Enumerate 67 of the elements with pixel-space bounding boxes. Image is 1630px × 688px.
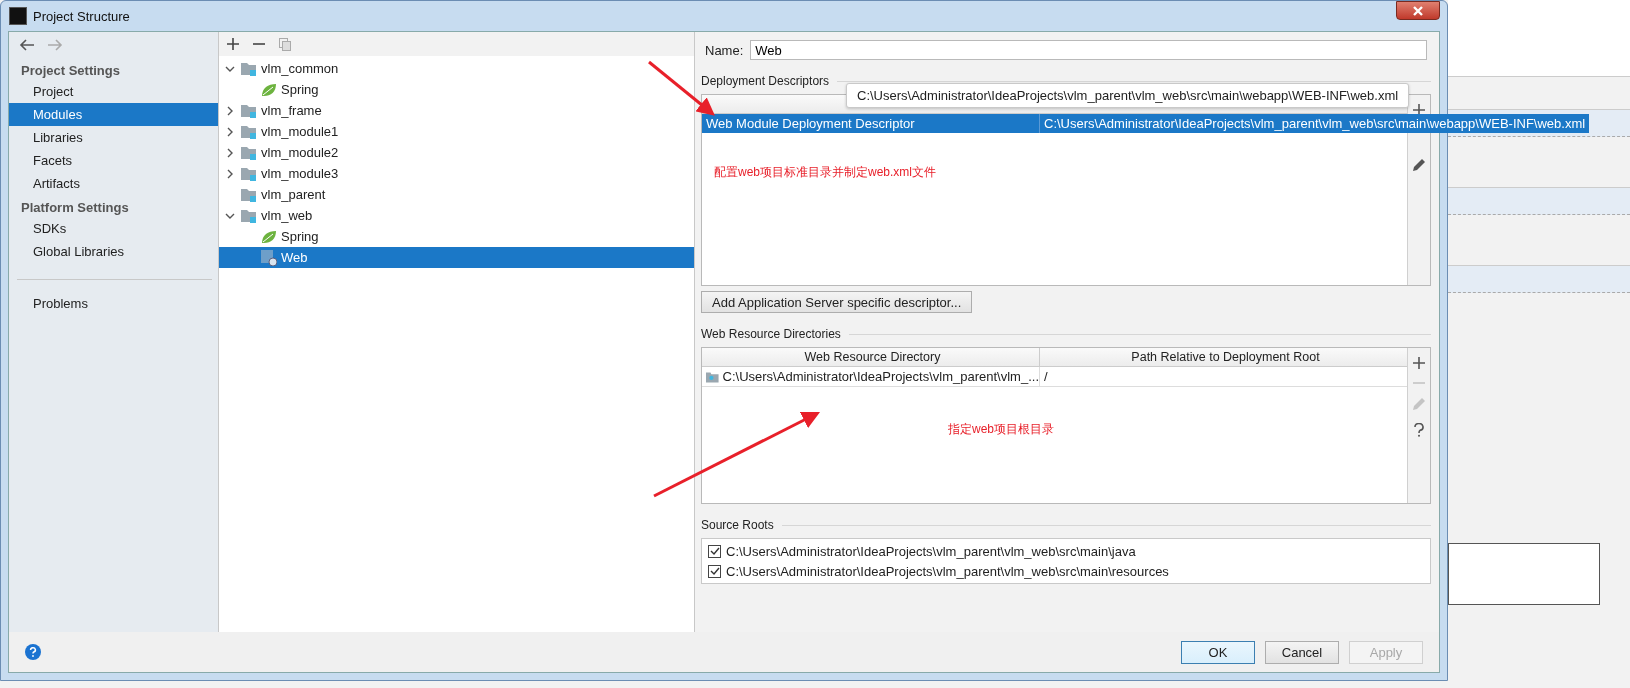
back-arrow-icon[interactable] (19, 39, 35, 51)
web-module-icon (261, 249, 277, 266)
tree-item[interactable]: vlm_module3 (219, 163, 694, 184)
section-title: Source Roots (701, 518, 774, 532)
column-header[interactable]: Path Relative to Deployment Root (1040, 348, 1407, 366)
source-root-path: C:\Users\Administrator\IdeaProjects\vlm_parent\vlm_web\src\main\java (726, 543, 1136, 559)
module-folder-icon (241, 103, 257, 118)
add-descriptor-button[interactable]: Add Application Server specific descriptor... (701, 291, 973, 313)
section-title: Deployment Descriptors (701, 74, 830, 88)
sidebar-item[interactable]: SDKs (9, 217, 218, 240)
app-icon (9, 7, 27, 25)
chevron-right-icon[interactable] (227, 105, 233, 116)
module-folder-icon (241, 166, 257, 181)
leaf-icon (261, 82, 277, 97)
chevron-down-icon[interactable] (225, 212, 235, 219)
sidebar-heading: Project Settings (20, 62, 121, 80)
sidebar-item[interactable]: Global Libraries (9, 240, 218, 263)
tree-item[interactable]: Spring (219, 79, 694, 100)
sidebar-item[interactable]: Facets (9, 149, 218, 172)
chevron-down-icon[interactable] (225, 65, 235, 72)
tree-item[interactable]: vlm_module1 (219, 121, 694, 142)
section-title: Web Resource Directories (701, 327, 841, 341)
pencil-icon[interactable] (1412, 158, 1426, 172)
module-folder-icon (241, 187, 257, 202)
chevron-right-icon[interactable] (227, 126, 233, 137)
tree-item[interactable]: vlm_frame (219, 100, 694, 121)
close-icon (1412, 5, 1424, 16)
module-folder-icon (241, 208, 257, 223)
tree-item[interactable]: Web (219, 247, 694, 268)
add-icon[interactable] (227, 38, 239, 50)
help-icon[interactable] (1414, 423, 1424, 437)
add-icon[interactable] (1413, 357, 1425, 369)
sidebar-heading: Platform Settings (20, 199, 130, 217)
annotation-text: 配置web项目标准目录并制定web.xml文件 (714, 164, 938, 181)
close-button[interactable] (1396, 1, 1440, 20)
chevron-right-icon[interactable] (227, 147, 233, 158)
module-folder-icon (241, 61, 257, 76)
checkbox[interactable] (708, 544, 721, 558)
chevron-right-icon[interactable] (227, 168, 233, 179)
help-icon[interactable] (25, 644, 41, 660)
tooltip: C:\Users\Administrator\IdeaProjects\vlm_parent\vlm_web\src\main\webapp\WEB-INF\web.xml (846, 83, 1410, 108)
sidebar-item[interactable]: Project (9, 80, 218, 103)
table-row[interactable]: C:\Users\Administrator\IdeaProjects\vlm_parent\vlm_... / (702, 367, 1407, 387)
name-label: Name: (705, 42, 744, 58)
add-icon[interactable] (1413, 104, 1425, 116)
sidebar-item[interactable]: Modules (9, 103, 218, 126)
tree-item[interactable]: vlm_module2 (219, 142, 694, 163)
checkbox[interactable] (708, 564, 721, 578)
tree-item[interactable]: vlm_parent (219, 184, 694, 205)
dialog-button[interactable]: OK (1181, 640, 1255, 664)
source-root-path: C:\Users\Administrator\IdeaProjects\vlm_parent\vlm_web\src\main\resources (726, 563, 1169, 579)
table-row[interactable]: Web Module Deployment Descriptor C:\Users\Administrator\IdeaProjects\vlm_parent\vlm_web\src\main\webapp\WEB-INF\web.xml (702, 114, 1590, 133)
column-header[interactable]: Web Resource Directory (702, 348, 1040, 366)
module-folder-icon (241, 145, 257, 160)
module-folder-icon (241, 124, 257, 139)
window-title: Project Structure (33, 8, 130, 24)
tree-item[interactable]: Spring (219, 226, 694, 247)
tree-item[interactable]: vlm_common (219, 58, 694, 79)
folder-icon (706, 370, 719, 383)
sidebar-item[interactable]: Libraries (9, 126, 218, 149)
sidebar-item[interactable]: Problems (9, 292, 218, 315)
leaf-icon (261, 229, 277, 244)
dialog-button[interactable]: Cancel (1265, 640, 1339, 664)
sidebar-item[interactable]: Artifacts (9, 172, 218, 195)
annotation-text: 指定web项目根目录 (948, 421, 1055, 438)
name-field[interactable]: Web (750, 40, 1427, 60)
tree-item[interactable]: vlm_web (219, 205, 694, 226)
